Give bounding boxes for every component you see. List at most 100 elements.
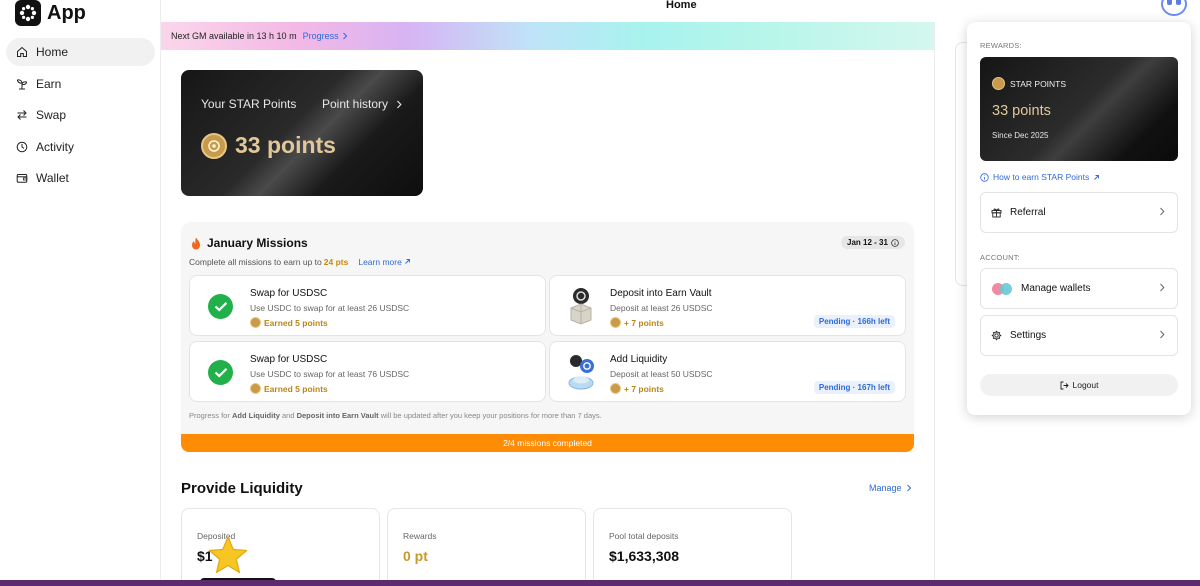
sidebar-item-label: Wallet <box>36 171 69 185</box>
point-history-link[interactable]: Point history <box>322 97 402 111</box>
mission-desc: Deposit at least 26 USDSC <box>610 303 713 313</box>
mission-desc: Deposit at least 50 USDSC <box>610 369 713 379</box>
check-circle-icon <box>208 294 233 319</box>
referral-row[interactable]: Referral <box>980 192 1178 233</box>
sidebar-item-activity[interactable]: Activity <box>6 133 155 161</box>
sidebar-item-earn[interactable]: Earn <box>6 70 155 98</box>
swap-arrows-icon <box>17 110 27 120</box>
chevron-right-icon <box>1160 330 1165 339</box>
progress-link[interactable]: Progress <box>303 31 348 41</box>
star-coin-icon <box>201 132 227 159</box>
rewards-section-label: REWARDS: <box>980 41 1022 50</box>
stat-label: Pool total deposits <box>609 531 679 541</box>
chevron-right-icon <box>906 484 911 492</box>
coin-icon <box>610 317 621 328</box>
panel-star-title: STAR POINTS <box>1010 78 1067 89</box>
avatar-ear-right <box>1176 0 1181 5</box>
app-logo[interactable]: App <box>15 0 86 26</box>
info-icon <box>891 238 899 247</box>
settings-row[interactable]: Settings <box>980 315 1178 356</box>
mission-reward: Earned 5 points <box>250 383 328 394</box>
liquidity-manage-link[interactable]: Manage <box>869 483 912 493</box>
panel-star-value: 33 points <box>992 103 1051 119</box>
mission-card[interactable]: Swap for USDSC Use USDC to swap for at l… <box>189 275 546 336</box>
external-link-icon <box>405 259 411 264</box>
mission-reward-text: Earned 5 points <box>264 317 328 328</box>
missions-subtitle-text: Complete all missions to earn up to <box>189 257 322 267</box>
chevron-right-icon <box>1160 207 1165 216</box>
main-content: Your STAR Points Point history 33 points… <box>161 50 934 586</box>
chevron-right-icon <box>1160 283 1165 292</box>
missions-max-points: 24 pts <box>323 257 349 267</box>
logout-icon <box>1060 381 1069 389</box>
gear-icon <box>991 330 1002 341</box>
missions-progress-bar: 2/4 missions completed <box>181 434 914 452</box>
app-name: App <box>47 1 86 24</box>
check-circle-icon <box>208 360 233 385</box>
missions-section: January Missions Jan 12 - 31 Complete al… <box>181 222 914 452</box>
sidebar-item-label: Swap <box>36 108 67 122</box>
stat-card-rewards: Rewards 0 pt <box>387 508 586 586</box>
manage-wallets-row[interactable]: Manage wallets <box>980 268 1178 309</box>
mission-desc: Use USDC to swap for at least 26 USDSC <box>250 303 410 313</box>
info-icon <box>980 172 989 182</box>
sidebar-nav: Home Earn Swap Activity Wallet <box>6 38 155 196</box>
account-section-label: ACCOUNT: <box>980 253 1020 262</box>
chevron-right-icon <box>397 100 402 108</box>
note-text: will be updated after you keep your posi… <box>380 411 602 420</box>
mission-reward: + 7 points <box>610 317 664 328</box>
how-to-earn-label: How to earn STAR Points <box>993 172 1090 182</box>
vault-icon <box>570 288 592 325</box>
point-history-label: Point history <box>322 97 389 111</box>
missions-title-row: January Missions <box>191 236 308 250</box>
home-icon <box>17 46 27 57</box>
clock-icon <box>16 141 28 152</box>
wallets-icon <box>992 282 1012 295</box>
note-bold-vault: Deposit into Earn Vault <box>296 411 379 420</box>
coin-icon <box>250 317 261 328</box>
mission-reward-text: + 7 points <box>624 383 664 394</box>
sidebar-item-home[interactable]: Home <box>6 38 155 66</box>
missions-progress-text: 2/4 missions completed <box>503 438 592 448</box>
avatar-ear-left <box>1167 0 1172 5</box>
mission-card[interactable]: Add Liquidity Deposit at least 50 USDSC … <box>549 341 906 402</box>
how-to-earn-link[interactable]: How to earn STAR Points <box>980 172 1100 182</box>
logout-button[interactable]: Logout <box>980 374 1178 396</box>
panel-star-card-header: STAR POINTS <box>992 77 1066 90</box>
star-points-card: Your STAR Points Point history 33 points <box>181 70 423 196</box>
mission-reward-text: Earned 5 points <box>264 383 328 394</box>
coin-icon <box>250 383 261 394</box>
mission-title: Deposit into Earn Vault <box>610 288 712 299</box>
missions-date-badge[interactable]: Jan 12 - 31 <box>841 236 905 249</box>
settings-label: Settings <box>1010 330 1047 341</box>
liquidity-icon <box>568 355 594 390</box>
mission-title: Swap for USDSC <box>250 288 328 299</box>
profile-dropdown: REWARDS: STAR POINTS 33 points Since Dec… <box>967 22 1191 415</box>
manage-wallets-label: Manage wallets <box>1021 283 1091 294</box>
note-text: Progress for <box>189 411 230 420</box>
stat-label: Rewards <box>403 531 437 541</box>
star-points-label: Your STAR Points <box>201 97 297 111</box>
mission-reward: Earned 5 points <box>250 317 328 328</box>
learn-more-link[interactable]: Learn more <box>358 257 411 267</box>
sidebar-item-swap[interactable]: Swap <box>6 101 155 129</box>
missions-subtitle: Complete all missions to earn up to 24 p… <box>189 257 411 267</box>
referral-label: Referral <box>1010 207 1046 218</box>
sidebar-item-wallet[interactable]: Wallet <box>6 164 155 192</box>
panel-star-card[interactable]: STAR POINTS 33 points Since Dec 2025 <box>980 57 1178 161</box>
missions-date-range: Jan 12 - 31 <box>847 238 888 247</box>
mission-title: Add Liquidity <box>610 354 668 365</box>
coin-icon <box>610 383 621 394</box>
manage-label: Manage <box>869 483 902 493</box>
mission-reward-text: + 7 points <box>624 317 664 328</box>
note-text: and <box>281 411 295 420</box>
sidebar-item-label: Earn <box>36 76 62 91</box>
sidebar-item-label: Activity <box>36 139 75 154</box>
progress-link-label: Progress <box>302 31 339 41</box>
gift-icon <box>991 208 1002 218</box>
coin-icon <box>992 77 1005 90</box>
floating-star-icon[interactable] <box>206 534 250 578</box>
mission-card[interactable]: Swap for USDSC Use USDC to swap for at l… <box>189 341 546 402</box>
mission-card[interactable]: Deposit into Earn Vault Deposit at least… <box>549 275 906 336</box>
user-avatar[interactable] <box>1161 0 1187 16</box>
